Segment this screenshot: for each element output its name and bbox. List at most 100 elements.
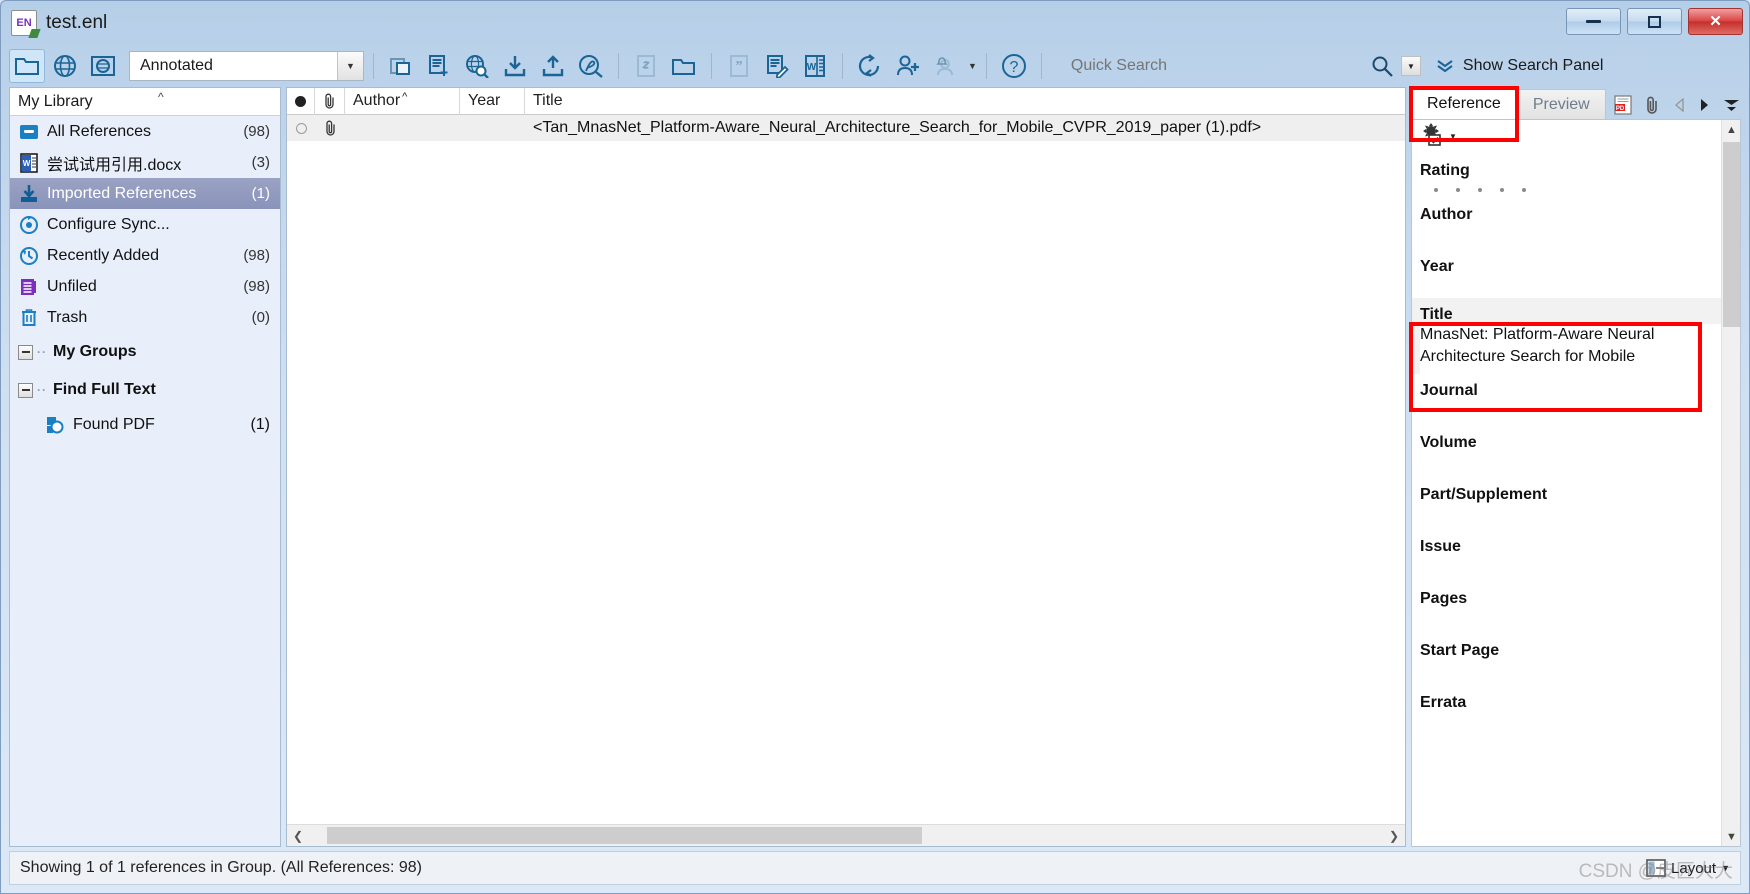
field-value[interactable]	[1420, 660, 1740, 686]
field-value[interactable]	[1420, 224, 1740, 250]
sidebar-group-find-full-text[interactable]: ·· Find Full Text	[10, 371, 280, 409]
field-errata[interactable]: Errata	[1412, 686, 1740, 738]
open-file-button[interactable]	[666, 49, 702, 83]
row-read-status[interactable]	[287, 115, 315, 141]
scrollbar-track[interactable]	[309, 825, 1383, 846]
import-button[interactable]	[497, 49, 533, 83]
minimize-button[interactable]	[1566, 8, 1621, 35]
gear-checkbox-button[interactable]: ▼	[1420, 122, 1457, 150]
collapse-expander-icon[interactable]	[18, 344, 33, 360]
field-journal[interactable]: Journal	[1412, 374, 1740, 426]
scroll-up-button[interactable]: ▲	[1722, 120, 1740, 139]
sidebar-item-found-pdf[interactable]: Found PDF (1)	[10, 409, 280, 440]
rating-star-5[interactable]	[1522, 188, 1526, 192]
layout-dropdown-icon[interactable]: ▼	[1721, 863, 1730, 873]
collapse-caret-icon[interactable]: ^	[158, 90, 164, 104]
field-volume[interactable]: Volume	[1412, 426, 1740, 478]
field-value[interactable]	[1420, 556, 1740, 582]
activity-feed-dropdown-icon[interactable]: ▼	[968, 61, 977, 71]
scrollbar-thumb[interactable]	[327, 827, 922, 844]
field-value[interactable]	[1420, 452, 1740, 478]
find-full-text-button[interactable]	[573, 49, 609, 83]
open-link-button[interactable]	[628, 49, 664, 83]
field-value[interactable]	[1420, 712, 1740, 738]
collapse-expander-icon[interactable]	[18, 382, 33, 398]
insert-citation-button[interactable]: ”	[721, 49, 757, 83]
field-start-page[interactable]: Start Page	[1412, 634, 1740, 686]
field-year[interactable]: Year	[1412, 250, 1740, 298]
field-issue[interactable]: Issue	[1412, 530, 1740, 582]
format-bibliography-button[interactable]	[759, 49, 795, 83]
previous-reference-icon[interactable]	[1673, 98, 1686, 112]
sidebar-item-configure-sync[interactable]: Configure Sync...	[10, 209, 280, 240]
pdf-tab-icon[interactable]: PD	[1614, 95, 1632, 115]
field-value[interactable]: MnasNet: Platform-Aware Neural Architect…	[1420, 324, 1740, 374]
sidebar-item-imported-references[interactable]: Imported References (1)	[10, 178, 280, 209]
tab-preview[interactable]: Preview	[1516, 89, 1606, 119]
field-rating[interactable]: Rating	[1412, 154, 1740, 198]
field-value[interactable]	[1420, 504, 1740, 530]
row-attachment[interactable]	[315, 115, 345, 141]
rating-star-4[interactable]	[1500, 188, 1504, 192]
vertical-scrollbar[interactable]: ▲ ▼	[1721, 120, 1740, 846]
local-library-button[interactable]	[9, 49, 45, 83]
chevron-down-icon[interactable]: ▼	[337, 52, 363, 80]
maximize-button[interactable]	[1627, 8, 1682, 35]
column-header-read-status[interactable]	[287, 87, 315, 115]
column-header-attachment[interactable]	[315, 87, 345, 115]
sidebar-item-label: Configure Sync...	[47, 215, 170, 233]
next-reference-icon[interactable]	[1698, 98, 1711, 112]
quick-search-dropdown-icon[interactable]: ▼	[1400, 56, 1421, 76]
share-library-button[interactable]	[890, 49, 926, 83]
field-value[interactable]	[1420, 400, 1740, 426]
integrated-library-button[interactable]	[85, 49, 121, 83]
tab-reference[interactable]: Reference	[1411, 87, 1517, 119]
online-search-find-button[interactable]	[459, 49, 495, 83]
gear-dropdown-icon[interactable]: ▼	[1449, 132, 1457, 141]
tree-dots: ··	[37, 383, 47, 397]
field-value[interactable]	[1420, 608, 1740, 634]
field-value[interactable]	[1420, 276, 1740, 298]
field-title[interactable]: Title MnasNet: Platform-Aware Neural Arc…	[1412, 298, 1740, 374]
vertical-scrollbar-thumb[interactable]	[1723, 142, 1740, 327]
cite-while-you-write-button[interactable]: W	[797, 49, 833, 83]
sync-button[interactable]	[852, 49, 888, 83]
attachment-tab-icon[interactable]	[1644, 96, 1661, 115]
output-style-combo[interactable]: Annotated ▼	[129, 51, 364, 81]
sidebar-item-unfiled[interactable]: Unfiled (98)	[10, 271, 280, 302]
help-button[interactable]: ?	[996, 49, 1032, 83]
rating-star-3[interactable]	[1478, 188, 1482, 192]
sidebar-group-my-groups[interactable]: ·· My Groups	[10, 333, 280, 371]
rating-star-2[interactable]	[1456, 188, 1460, 192]
column-header-title[interactable]: Title	[525, 88, 1405, 115]
online-search-button[interactable]	[47, 49, 83, 83]
table-row[interactable]: <Tan_MnasNet_Platform-Aware_Neural_Archi…	[287, 115, 1405, 141]
quick-search-input[interactable]	[1068, 56, 1369, 76]
horizontal-scrollbar[interactable]: ❮ ❯	[287, 824, 1405, 846]
show-search-panel-button[interactable]: Show Search Panel	[1435, 57, 1603, 75]
field-pages[interactable]: Pages	[1412, 582, 1740, 634]
activity-feed-button[interactable]	[928, 49, 964, 83]
scroll-left-button[interactable]: ❮	[287, 825, 309, 846]
column-header-year[interactable]: Year	[460, 87, 525, 115]
copy-references-button[interactable]	[383, 49, 419, 83]
field-author[interactable]: Author	[1412, 198, 1740, 250]
layout-button[interactable]: Layout ▼	[1646, 859, 1730, 877]
sidebar-item-trash[interactable]: Trash (0)	[10, 302, 280, 333]
panel-options-icon[interactable]	[1723, 98, 1740, 112]
sidebar-item-all-references[interactable]: All References (98)	[10, 116, 280, 147]
field-part-supplement[interactable]: Part/Supplement	[1412, 478, 1740, 530]
word-icon: W	[805, 55, 825, 77]
column-header-author[interactable]: Author ^	[345, 87, 460, 115]
title-bar: EN test.enl ✕	[1, 1, 1749, 45]
sidebar-item-word-doc[interactable]: W 尝试试用引用.docx (3)	[10, 147, 280, 178]
sidebar-item-recently-added[interactable]: Recently Added (98)	[10, 240, 280, 271]
new-reference-button[interactable]	[421, 49, 457, 83]
scroll-down-button[interactable]: ▼	[1722, 827, 1740, 846]
rating-star-1[interactable]	[1434, 188, 1438, 192]
export-button[interactable]	[535, 49, 571, 83]
search-icon[interactable]	[1371, 55, 1393, 77]
close-button[interactable]: ✕	[1688, 8, 1743, 35]
scroll-right-button[interactable]: ❯	[1383, 825, 1405, 846]
rating-control[interactable]	[1420, 180, 1740, 198]
